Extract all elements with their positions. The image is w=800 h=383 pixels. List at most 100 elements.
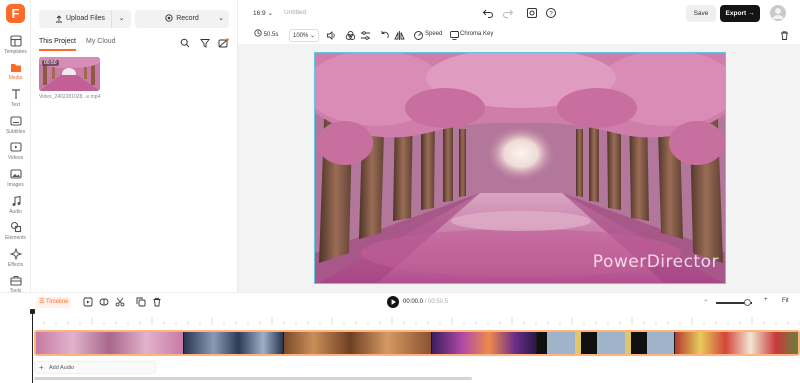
aspect-ratio-dropdown[interactable]: 16:9 ⌄ — [253, 9, 273, 17]
export-button[interactable]: Export → — [720, 5, 760, 22]
avatar[interactable] — [770, 5, 786, 21]
current-time: 00:00.0 — [403, 299, 424, 305]
sidebar-item-images[interactable]: Images — [0, 167, 31, 193]
speed-icon[interactable] — [413, 30, 424, 41]
redo-icon[interactable] — [502, 7, 514, 19]
timeline-header: ☰ Timeline 00:00.0 / 00:50.5 − + Fit — [0, 292, 800, 311]
video-preview-canvas[interactable]: PowerDirector — [314, 52, 726, 284]
trash-icon[interactable] — [779, 30, 790, 41]
video-icon — [9, 142, 22, 152]
playhead[interactable] — [30, 309, 35, 383]
sidebar-item-label: Elements — [5, 235, 26, 241]
fit-button[interactable]: Fit — [782, 298, 789, 304]
duplicate-icon[interactable] — [136, 297, 146, 307]
screenshot-icon[interactable] — [526, 7, 538, 19]
zoom-slider-handle[interactable] — [743, 299, 751, 306]
speed-label[interactable]: Speed — [425, 31, 442, 37]
top-bar: 16:9 ⌄ Untitled ? Save Export → — [238, 0, 800, 28]
sidebar-item-label: Templates — [4, 49, 27, 55]
chroma-key-icon[interactable] — [449, 30, 460, 41]
aspect-ratio-value: 16:9 — [253, 10, 266, 17]
record-button[interactable]: Record ⌄ — [135, 10, 229, 28]
project-title[interactable]: Untitled — [284, 9, 306, 16]
duration-value: 50.5s — [263, 32, 279, 38]
add-audio-label: Add Audio — [49, 365, 75, 371]
sidebar-item-label: Images — [7, 182, 24, 188]
left-sidebar: F Templates Media Text Subtitles Videos … — [0, 0, 31, 294]
tab-this-project[interactable]: This Project — [39, 38, 76, 51]
zoom-dropdown[interactable]: 100% ⌄ — [289, 29, 320, 42]
image-icon — [9, 169, 22, 179]
upload-files-button[interactable]: Upload Files ⌄ — [39, 10, 131, 28]
clip-sunset[interactable] — [432, 332, 537, 354]
clip-waterfall[interactable] — [184, 332, 284, 354]
sidebar-item-subtitles[interactable]: Subtitles — [0, 114, 31, 140]
help-icon[interactable]: ? — [545, 7, 557, 19]
sidebar-item-templates[interactable]: Templates — [0, 34, 31, 60]
sidebar-item-elements[interactable]: Elements — [0, 220, 31, 246]
volume-icon[interactable] — [326, 30, 337, 41]
edit-toolbar: 50.5s 100% ⌄ Speed Chroma Key — [245, 27, 798, 44]
sidebar-item-videos[interactable]: Videos — [0, 140, 31, 166]
color-adjust-icon[interactable] — [345, 30, 356, 41]
sidebar-item-audio[interactable]: Audio — [0, 194, 31, 220]
chevron-down-icon[interactable]: ⌄ — [111, 10, 131, 28]
sidebar-item-label: Media — [8, 75, 23, 81]
clip-food[interactable] — [284, 332, 432, 354]
duration-control[interactable]: 50.5s — [251, 29, 281, 42]
save-button[interactable]: Save — [686, 5, 716, 22]
chevron-down-icon[interactable]: ⌄ — [218, 10, 224, 28]
svg-text:?: ? — [549, 11, 553, 17]
media-thumbnail[interactable]: 00:50 — [39, 57, 100, 91]
play-button[interactable] — [387, 296, 399, 308]
text-icon — [11, 89, 20, 99]
clip-flowers[interactable] — [675, 332, 798, 354]
search-icon[interactable] — [180, 38, 190, 48]
filter-icon[interactable] — [200, 38, 210, 48]
sidebar-item-media[interactable]: Media — [0, 60, 31, 86]
timecode: 00:00.0 / 00:50.5 — [403, 299, 448, 305]
sidebar-item-label: Subtitles — [5, 129, 26, 135]
sidebar-item-label: Text — [10, 102, 21, 108]
music-icon — [12, 195, 21, 206]
export-label: Export — [725, 10, 747, 17]
upload-label: Upload Files — [66, 15, 105, 22]
zoom-in-icon[interactable]: + — [764, 297, 768, 303]
adjust-sliders-icon[interactable] — [360, 30, 371, 41]
split-icon[interactable] — [99, 297, 109, 307]
media-filename: Video_2402281028...e.mp4 — [39, 94, 101, 100]
add-clip-icon[interactable] — [83, 297, 93, 307]
zoom-out-icon[interactable]: − — [704, 298, 708, 304]
chroma-key-label[interactable]: Chroma Key — [460, 31, 493, 37]
toolbox-icon — [9, 276, 22, 286]
sidebar-item-label: Videos — [7, 155, 24, 161]
timeline-tab[interactable]: ☰ Timeline — [36, 297, 72, 308]
undo-icon[interactable] — [482, 7, 494, 19]
folder-icon — [10, 64, 21, 72]
add-audio-button[interactable]: + Add Audio — [34, 361, 156, 374]
time-ruler[interactable] — [32, 311, 800, 327]
timeline-scrollbar[interactable] — [34, 377, 472, 380]
preview-stage: PowerDirector — [238, 44, 800, 292]
timeline-tab-label: Timeline — [45, 299, 69, 305]
clip-blossom-tunnel[interactable] — [36, 332, 184, 354]
hide-unused-icon[interactable] — [218, 38, 229, 48]
zoom-value: 100% — [293, 33, 309, 39]
record-icon — [165, 14, 173, 22]
layers-icon: ☰ — [39, 299, 45, 305]
sidebar-item-text[interactable]: Text — [0, 87, 31, 113]
trash-icon[interactable] — [152, 297, 162, 307]
rotate-icon[interactable] — [379, 30, 390, 41]
layout-icon — [9, 35, 22, 47]
media-duration: 00:50 — [42, 60, 59, 66]
clip-dessert[interactable] — [537, 332, 675, 354]
timeline: + Add Audio — [0, 309, 800, 383]
sidebar-item-effects[interactable]: Effects — [0, 247, 31, 273]
video-track[interactable] — [34, 330, 800, 356]
flip-icon[interactable] — [394, 30, 405, 41]
tab-my-cloud[interactable]: My Cloud — [86, 38, 116, 45]
scissors-icon[interactable] — [115, 297, 125, 307]
total-time: / 00:50.5 — [424, 299, 449, 305]
app-logo: F — [6, 4, 25, 23]
plus-icon: + — [39, 363, 44, 372]
